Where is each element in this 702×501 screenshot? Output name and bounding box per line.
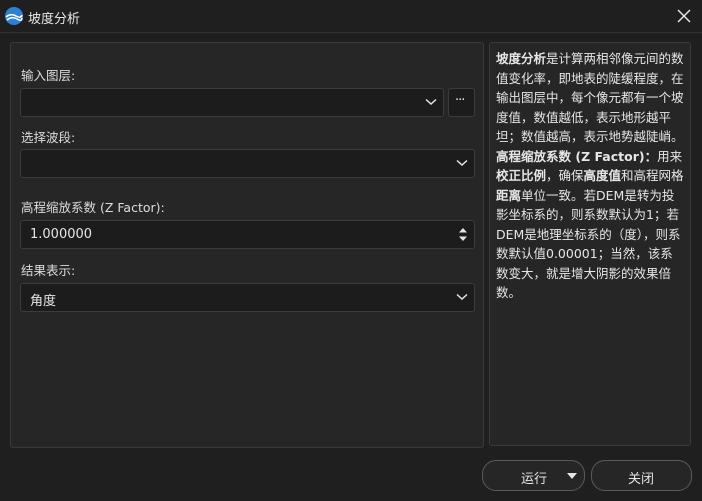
app-logo-icon	[5, 7, 23, 25]
help-paragraph-slope: 坡度分析是计算两相邻像元间的数值变化率，即地表的陡缓程度，在输出图层中，每个像元…	[496, 49, 684, 147]
close-icon[interactable]	[672, 4, 696, 28]
help-term: 距离	[496, 187, 522, 203]
z-factor-spinbox[interactable]: 1.000000	[20, 220, 475, 249]
browse-layer-button[interactable]: ···	[448, 88, 475, 117]
input-layer-label: 输入图层:	[21, 68, 76, 83]
title-bar: 坡度分析	[0, 0, 702, 33]
result-label: 结果表示:	[21, 263, 76, 278]
window-title: 坡度分析	[28, 12, 81, 27]
help-text: 单位一致。若DEM是转为投影坐标系的，则系数默认为1；若DEM是地理坐标系的（度…	[496, 187, 681, 301]
chevron-down-icon	[425, 98, 437, 106]
input-layer-select[interactable]	[20, 88, 444, 117]
help-paragraph-zfactor: 高程缩放系数 (Z Factor)：用来校正比例，确保高度值和高程网格距离单位一…	[496, 147, 684, 303]
band-select[interactable]	[20, 149, 475, 178]
help-panel: 坡度分析是计算两相邻像元间的数值变化率，即地表的陡缓程度，在输出图层中，每个像元…	[489, 42, 691, 446]
band-label: 选择波段:	[21, 130, 76, 145]
help-term: 高度值	[583, 168, 622, 183]
result-select[interactable]: 角度	[20, 283, 475, 312]
chevron-down-icon	[456, 293, 468, 301]
run-button[interactable]: 运行	[482, 460, 585, 491]
chevron-down-icon	[456, 159, 468, 167]
z-factor-label: 高程缩放系数 (Z Factor):	[21, 200, 165, 215]
help-text: 和高程网格	[621, 168, 684, 183]
help-term: 高程缩放系数 (Z Factor)：	[496, 148, 658, 164]
close-button[interactable]: 关闭	[591, 460, 692, 491]
dropdown-arrow-icon[interactable]	[567, 473, 577, 479]
spin-arrows-icon[interactable]	[458, 226, 468, 243]
help-term: 坡度分析	[496, 51, 547, 66]
help-text: ，确保	[546, 168, 584, 183]
help-term: 校正比例	[496, 168, 547, 183]
help-text: 用来	[657, 148, 683, 164]
parameters-panel: 输入图层: ··· 选择波段: 高程缩放系数 (Z Factor): 1.000…	[10, 42, 484, 448]
